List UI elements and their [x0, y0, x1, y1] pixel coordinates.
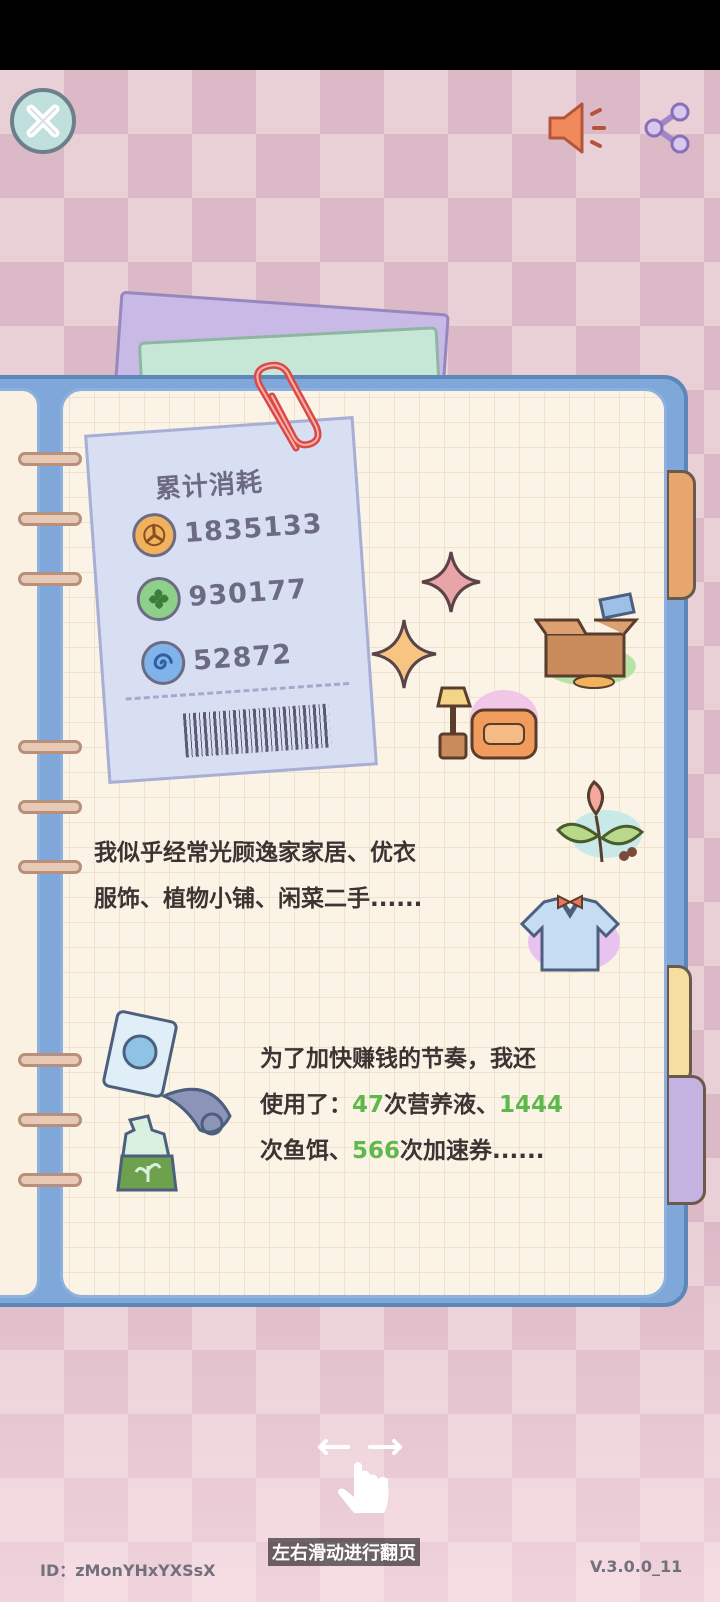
box-icon — [534, 592, 640, 689]
shirt-icon — [519, 894, 621, 972]
game-stage: 累计消耗 1835133 930177 52872 我似乎经常光顾逸家家居、优衣… — [0, 70, 720, 1602]
paperclip-icon — [253, 361, 322, 452]
leaf-consumed-value: 930177 — [187, 573, 309, 613]
orange-coin-icon — [130, 511, 178, 559]
binder-ring — [18, 572, 82, 586]
binder-ring — [18, 512, 82, 526]
stat-row-gold: 1835133 — [130, 501, 324, 559]
version-label: V.3.0.0_11 — [590, 1557, 683, 1576]
player-id: ID：zMonYHxYXSsX — [40, 1561, 216, 1580]
consumption-receipt: 累计消耗 1835133 930177 52872 — [84, 416, 378, 784]
items-illustration — [102, 1010, 232, 1192]
sound-button[interactable] — [544, 98, 614, 158]
bait-count: 1444 — [499, 1092, 564, 1118]
boost-line-2: 使用了：47次营养液、1444 — [260, 1082, 563, 1128]
binder-ring — [18, 1173, 82, 1187]
boost-paragraph: 为了加快赚钱的节奏，我还 使用了：47次营养液、1444 次鱼饵、566次加速券… — [260, 1036, 563, 1174]
stat-row-swirl: 52872 — [139, 632, 294, 687]
share-button[interactable] — [640, 100, 694, 156]
plant-icon — [555, 779, 645, 863]
receipt-title: 累计消耗 — [154, 467, 264, 505]
boost-line-3: 次鱼饵、566次加速券...... — [260, 1128, 563, 1174]
shops-paragraph: 我似乎经常光顾逸家家居、优衣 服饰、植物小铺、闲菜二手...... — [94, 830, 422, 922]
binder-ring — [18, 452, 82, 466]
purple-tab[interactable] — [666, 1075, 706, 1205]
booster-count: 566 — [352, 1138, 401, 1164]
swipe-hand-icon — [318, 1439, 402, 1513]
shops-line-1: 我似乎经常光顾逸家家居、优衣 — [94, 840, 416, 866]
binder-ring — [18, 740, 82, 754]
boost-line-1: 为了加快赚钱的节奏，我还 — [260, 1046, 536, 1072]
boost-line-3-prefix: 次鱼饵、 — [260, 1138, 352, 1164]
nutrient-count: 47 — [352, 1092, 385, 1118]
shops-line-2: 服饰、植物小铺、闲菜二手...... — [94, 886, 423, 912]
gold-consumed-value: 1835133 — [183, 507, 324, 549]
close-button[interactable] — [10, 88, 76, 154]
sparkle-icon — [371, 619, 437, 689]
binder-ring — [18, 860, 82, 874]
boost-line-3-suffix: 次加速券...... — [400, 1138, 545, 1164]
binder-ring — [18, 800, 82, 814]
swirl-consumed-value: 52872 — [192, 638, 293, 677]
close-icon — [26, 104, 60, 138]
swipe-hint: 左右滑动进行翻页 — [268, 1538, 420, 1566]
yellow-tab[interactable] — [666, 965, 692, 1085]
binder-ring — [18, 1113, 82, 1127]
boost-line-2-prefix: 使用了： — [260, 1092, 352, 1118]
speaker-icon — [548, 102, 606, 154]
sofa-icon — [436, 686, 538, 760]
orange-tab[interactable] — [666, 470, 696, 600]
binder-ring — [18, 1053, 82, 1067]
green-leaf-coin-icon — [135, 575, 183, 623]
blue-swirl-coin-icon — [139, 639, 187, 687]
sparkle-icon — [421, 551, 481, 613]
barcode — [182, 703, 332, 758]
stat-row-leaf: 930177 — [135, 567, 308, 623]
boost-line-2-mid: 次营养液、 — [384, 1092, 500, 1118]
share-icon — [644, 102, 690, 154]
